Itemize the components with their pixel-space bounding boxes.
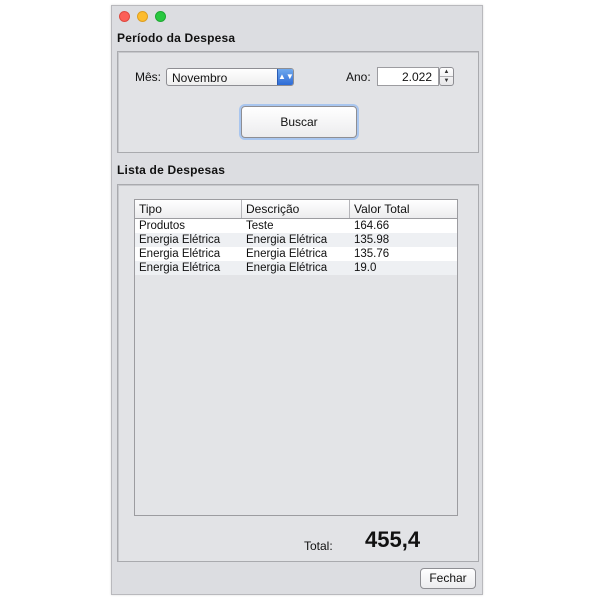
total-label: Total: (304, 539, 333, 553)
spinner-up-icon[interactable]: ▲ (440, 68, 453, 77)
mes-select[interactable]: Novembro ▲▼ (166, 68, 294, 86)
chevron-down-icon[interactable]: ▲▼ (277, 69, 294, 85)
buscar-button[interactable]: Buscar (241, 106, 357, 138)
title-bar (112, 6, 482, 26)
cell-valor-total: 135.98 (354, 234, 390, 246)
column-header-tipo[interactable]: Tipo (135, 200, 242, 218)
column-header-valor-total[interactable]: Valor Total (350, 200, 457, 218)
despesas-window: Período da Despesa Mês: Novembro ▲▼ Ano:… (111, 5, 483, 595)
cell-tipo: Energia Elétrica (139, 262, 221, 274)
lista-section-title: Lista de Despesas (117, 163, 226, 177)
spinner-down-icon[interactable]: ▼ (440, 77, 453, 85)
mes-select-value: Novembro (172, 71, 228, 85)
column-header-descricao[interactable]: Descrição (242, 200, 350, 218)
total-value: 455,4 (365, 527, 421, 552)
table-body: Produtos Teste 164.66 Energia Elétrica E… (135, 219, 457, 275)
close-window-button[interactable] (119, 11, 130, 22)
ano-spinner-field[interactable]: 2.022 (377, 67, 439, 86)
table-row[interactable]: Produtos Teste 164.66 (135, 219, 457, 233)
table-header: Tipo Descrição Valor Total (135, 200, 457, 219)
mes-label: Mês: (135, 70, 162, 84)
ano-spinner-value: 2.022 (401, 70, 432, 84)
cell-tipo: Energia Elétrica (139, 248, 221, 260)
ano-label: Ano: (346, 70, 371, 84)
table-row[interactable]: Energia Elétrica Energia Elétrica 135.98 (135, 233, 457, 247)
periodo-section-title: Período da Despesa (117, 31, 236, 45)
despesas-table: Tipo Descrição Valor Total Produtos Test… (134, 199, 458, 516)
cell-valor-total: 19.0 (354, 262, 377, 274)
table-row[interactable]: Energia Elétrica Energia Elétrica 135.76 (135, 247, 457, 261)
cell-tipo: Produtos (139, 220, 186, 232)
fechar-button[interactable]: Fechar (420, 568, 476, 589)
table-row[interactable]: Energia Elétrica Energia Elétrica 19.0 (135, 261, 457, 275)
cell-valor-total: 164.66 (354, 220, 390, 232)
cell-tipo: Energia Elétrica (139, 234, 221, 246)
ano-spinner-buttons: ▲ ▼ (439, 67, 454, 86)
minimize-window-button[interactable] (137, 11, 148, 22)
maximize-window-button[interactable] (155, 11, 166, 22)
cell-descricao: Energia Elétrica (246, 248, 328, 260)
cell-descricao: Energia Elétrica (246, 234, 328, 246)
cell-descricao: Teste (246, 220, 274, 232)
cell-valor-total: 135.76 (354, 248, 390, 260)
cell-descricao: Energia Elétrica (246, 262, 328, 274)
